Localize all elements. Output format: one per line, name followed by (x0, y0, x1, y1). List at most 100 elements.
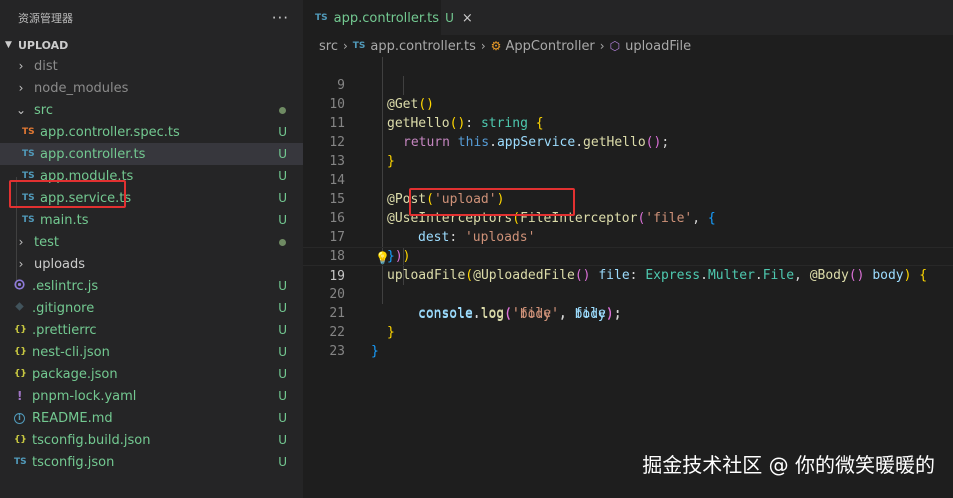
chevron-right-icon: › (599, 39, 605, 53)
chevron-right-icon: › (18, 59, 24, 73)
breadcrumb: src › TS app.controller.ts › ⚙ AppContro… (303, 35, 953, 57)
tree-file-readme[interactable]: i README.md U (0, 407, 303, 429)
tree-item-label: package.json (32, 366, 118, 382)
tree-item-label: .prettierrc (32, 322, 97, 338)
workspace-name: UPLOAD (18, 38, 69, 52)
code-line: 15 @UseInterceptors(FileInterceptor('fil… (303, 171, 953, 226)
code-line: 17 })) (303, 209, 953, 264)
tree-item-label: .gitignore (32, 300, 95, 316)
tree-item-label: README.md (32, 410, 113, 426)
modified-dot-icon (279, 239, 286, 246)
typescript-icon: TS (22, 215, 35, 225)
code-line: 21 } (303, 285, 953, 340)
class-symbol-icon: ⚙ (490, 39, 502, 53)
tree-item-label: uploads (34, 256, 86, 272)
breadcrumb-src[interactable]: src (319, 39, 338, 54)
typescript-icon: TS (315, 13, 328, 23)
dest-highlight-box (409, 188, 575, 216)
json-icon: {} (14, 369, 27, 379)
untracked-badge: U (278, 301, 287, 315)
untracked-badge: U (278, 191, 287, 205)
explorer-header: 资源管理器 ··· (0, 0, 303, 35)
tsconfig-icon: TS (14, 457, 27, 467)
untracked-badge: U (278, 345, 287, 359)
untracked-badge: U (278, 213, 287, 227)
tree-file-tsconfig[interactable]: TS tsconfig.json U (0, 451, 303, 473)
typescript-test-icon: TS (22, 127, 35, 137)
tree-item-label: app.controller.ts (40, 146, 146, 162)
breadcrumb-class[interactable]: AppController (505, 39, 594, 54)
chevron-down-icon: ▼ (5, 40, 12, 50)
untracked-badge: U (278, 169, 287, 183)
tree-folder-test[interactable]: › test (0, 231, 303, 253)
untracked-badge: U (278, 433, 287, 447)
code-line: 16 dest: 'uploads' (303, 190, 953, 245)
untracked-badge: U (278, 323, 287, 337)
yaml-icon: ! (17, 389, 23, 403)
code-editor[interactable]: 9 @Get() 10 getHello(): string { 11 retu… (303, 57, 953, 359)
json-icon: {} (14, 325, 27, 335)
tree-file-pnpm-lock[interactable]: ! pnpm-lock.yaml U (0, 385, 303, 407)
tree-item-label: .eslintrc.js (32, 278, 99, 294)
untracked-badge: U (278, 279, 287, 293)
tree-folder-node-modules[interactable]: › node_modules (0, 77, 303, 99)
chevron-right-icon: › (480, 39, 486, 53)
tab-app-controller[interactable]: TS app.controller.ts U × (303, 0, 473, 35)
tree-file-app-controller[interactable]: TS app.controller.ts U (0, 143, 303, 165)
file-tree: › dist › node_modules ⌄ src TS app.contr… (0, 55, 303, 473)
chevron-right-icon: › (18, 257, 24, 271)
watermark: 掘金技术社区 @ 你的微笑暖暖的 (642, 453, 935, 477)
untracked-badge: U (278, 455, 287, 469)
typescript-icon: TS (22, 149, 35, 159)
breadcrumb-file[interactable]: app.controller.ts (370, 39, 475, 54)
tree-file-tsconfig-build[interactable]: {} tsconfig.build.json U (0, 429, 303, 451)
more-actions-icon[interactable]: ··· (272, 9, 289, 27)
workspace-section-header[interactable]: ▼ UPLOAD (0, 35, 303, 55)
tree-folder-dist[interactable]: › dist (0, 55, 303, 77)
tree-item-label: nest-cli.json (32, 344, 110, 360)
tree-file-gitignore[interactable]: .gitignore U (0, 297, 303, 319)
tree-file-package-json[interactable]: {} package.json U (0, 363, 303, 385)
eslint-icon (14, 279, 28, 293)
modified-dot-icon (279, 107, 286, 114)
tree-file-nest-cli[interactable]: {} nest-cli.json U (0, 341, 303, 363)
close-icon[interactable]: × (462, 11, 473, 26)
code-line: 20 console.log('file', file); (303, 266, 953, 321)
code-line: 14 @Post('upload') (303, 152, 953, 207)
tree-file-prettierrc[interactable]: {} .prettierrc U (0, 319, 303, 341)
code-line: 12 } (303, 114, 953, 169)
breadcrumb-method[interactable]: uploadFile (625, 39, 691, 54)
line-number: 23 (329, 344, 345, 359)
code-line: 22 } (303, 304, 953, 359)
explorer-sidebar: 资源管理器 ··· ▼ UPLOAD › dist › node_modules… (0, 0, 303, 498)
code-line: 18 uploadFile(@UploadedFile() file: Expr… (303, 228, 953, 283)
info-icon: i (14, 412, 28, 424)
tab-bar: TS app.controller.ts U × (303, 0, 953, 35)
tree-folder-uploads[interactable]: › uploads (0, 253, 303, 275)
chevron-right-icon: › (342, 39, 348, 53)
tree-item-label: tsconfig.json (32, 454, 115, 470)
tree-folder-src[interactable]: ⌄ src (0, 99, 303, 121)
untracked-badge: U (278, 367, 287, 381)
explorer-title: 资源管理器 (18, 11, 73, 25)
code-line: 13 (303, 133, 953, 169)
tree-file-app-controller-spec[interactable]: TS app.controller.spec.ts U (0, 121, 303, 143)
editor-area: TS app.controller.ts U × src › TS app.co… (303, 0, 953, 498)
method-symbol-icon: ⬡ (609, 39, 621, 53)
tree-item-label: node_modules (34, 80, 129, 96)
json-icon: {} (14, 435, 27, 445)
uploads-highlight-box (9, 180, 126, 208)
tab-label: app.controller.ts (333, 10, 440, 26)
untracked-badge: U (278, 147, 287, 161)
untracked-badge: U (278, 125, 287, 139)
tree-file-eslintrc[interactable]: .eslintrc.js U (0, 275, 303, 297)
untracked-badge: U (278, 389, 287, 403)
chevron-right-icon: › (18, 235, 24, 249)
tree-item-label: test (34, 234, 59, 250)
chevron-down-icon: ⌄ (15, 103, 27, 117)
typescript-icon: TS (352, 41, 366, 51)
tree-item-label: pnpm-lock.yaml (32, 388, 137, 404)
code-line-current: 19 💡 console.log('body', body); (303, 247, 953, 322)
chevron-right-icon: › (18, 81, 24, 95)
tree-file-main[interactable]: TS main.ts U (0, 209, 303, 231)
